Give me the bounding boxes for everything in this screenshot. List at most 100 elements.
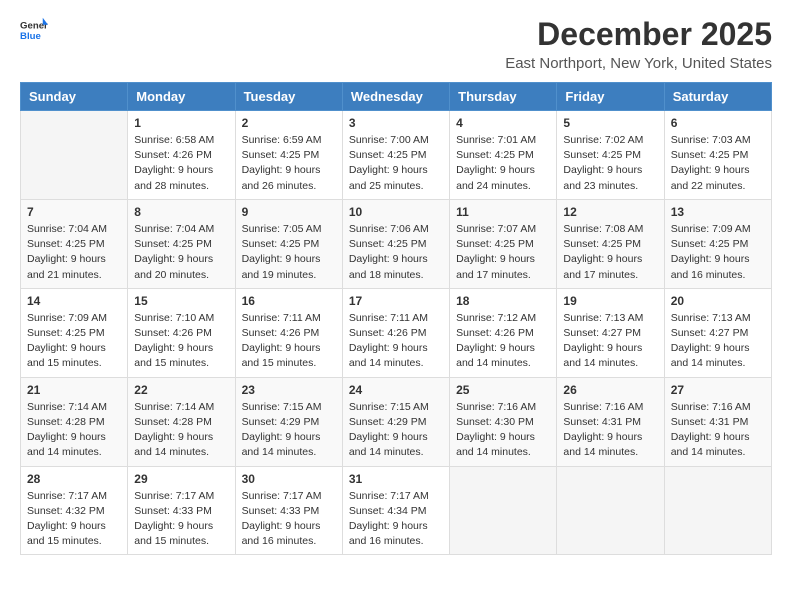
page-title: December 2025 (505, 16, 772, 53)
daylight-text: Daylight: 9 hours and 14 minutes. (349, 430, 443, 460)
sunset-text: Sunset: 4:25 PM (242, 148, 336, 163)
sunset-text: Sunset: 4:25 PM (671, 237, 765, 252)
day-info: Sunrise: 7:17 AMSunset: 4:33 PMDaylight:… (242, 489, 336, 550)
sunrise-text: Sunrise: 7:17 AM (242, 489, 336, 504)
day-number: 24 (349, 383, 443, 397)
calendar-cell: 17Sunrise: 7:11 AMSunset: 4:26 PMDayligh… (342, 288, 449, 377)
day-info: Sunrise: 7:03 AMSunset: 4:25 PMDaylight:… (671, 133, 765, 194)
daylight-text: Daylight: 9 hours and 15 minutes. (242, 341, 336, 371)
calendar-table: SundayMondayTuesdayWednesdayThursdayFrid… (20, 82, 772, 555)
sunrise-text: Sunrise: 7:16 AM (671, 400, 765, 415)
day-number: 18 (456, 294, 550, 308)
day-number: 13 (671, 205, 765, 219)
sunrise-text: Sunrise: 7:16 AM (563, 400, 657, 415)
daylight-text: Daylight: 9 hours and 23 minutes. (563, 163, 657, 193)
sunrise-text: Sunrise: 7:04 AM (134, 222, 228, 237)
daylight-text: Daylight: 9 hours and 14 minutes. (27, 430, 121, 460)
daylight-text: Daylight: 9 hours and 20 minutes. (134, 252, 228, 282)
day-info: Sunrise: 6:59 AMSunset: 4:25 PMDaylight:… (242, 133, 336, 194)
day-info: Sunrise: 7:04 AMSunset: 4:25 PMDaylight:… (134, 222, 228, 283)
sunset-text: Sunset: 4:25 PM (349, 148, 443, 163)
daylight-text: Daylight: 9 hours and 16 minutes. (242, 519, 336, 549)
calendar-cell: 2Sunrise: 6:59 AMSunset: 4:25 PMDaylight… (235, 111, 342, 200)
sunset-text: Sunset: 4:33 PM (134, 504, 228, 519)
sunrise-text: Sunrise: 7:08 AM (563, 222, 657, 237)
day-number: 30 (242, 472, 336, 486)
calendar-cell: 15Sunrise: 7:10 AMSunset: 4:26 PMDayligh… (128, 288, 235, 377)
calendar-week-1: 1Sunrise: 6:58 AMSunset: 4:26 PMDaylight… (21, 111, 772, 200)
calendar-cell: 28Sunrise: 7:17 AMSunset: 4:32 PMDayligh… (21, 466, 128, 555)
day-info: Sunrise: 7:09 AMSunset: 4:25 PMDaylight:… (27, 311, 121, 372)
column-header-tuesday: Tuesday (235, 83, 342, 111)
calendar-cell (450, 466, 557, 555)
day-number: 12 (563, 205, 657, 219)
calendar-cell: 6Sunrise: 7:03 AMSunset: 4:25 PMDaylight… (664, 111, 771, 200)
calendar-cell: 29Sunrise: 7:17 AMSunset: 4:33 PMDayligh… (128, 466, 235, 555)
calendar-header-row: SundayMondayTuesdayWednesdayThursdayFrid… (21, 83, 772, 111)
sunrise-text: Sunrise: 6:59 AM (242, 133, 336, 148)
sunrise-text: Sunrise: 7:10 AM (134, 311, 228, 326)
calendar-cell: 5Sunrise: 7:02 AMSunset: 4:25 PMDaylight… (557, 111, 664, 200)
column-header-monday: Monday (128, 83, 235, 111)
column-header-sunday: Sunday (21, 83, 128, 111)
sunset-text: Sunset: 4:25 PM (27, 326, 121, 341)
sunset-text: Sunset: 4:28 PM (134, 415, 228, 430)
day-info: Sunrise: 7:12 AMSunset: 4:26 PMDaylight:… (456, 311, 550, 372)
column-header-thursday: Thursday (450, 83, 557, 111)
calendar-cell: 27 Sunrise: 7:16 AMSunset: 4:31 PMDayligh… (664, 377, 771, 466)
sunrise-text: Sunrise: 7:01 AM (456, 133, 550, 148)
sunset-text: Sunset: 4:25 PM (349, 237, 443, 252)
day-number: 1 (134, 116, 228, 130)
sunset-text: Sunset: 4:26 PM (456, 326, 550, 341)
sunset-text: Sunset: 4:29 PM (242, 415, 336, 430)
sunrise-text: Sunrise: 7:11 AM (242, 311, 336, 326)
sunrise-text: Sunrise: 7:17 AM (134, 489, 228, 504)
sunrise-text: Sunrise: 7:16 AM (456, 400, 550, 415)
svg-text:Blue: Blue (20, 31, 41, 42)
sunset-text: Sunset: 4:25 PM (671, 148, 765, 163)
calendar-cell: 16 Sunrise: 7:11 AMSunset: 4:26 PMDayligh… (235, 288, 342, 377)
day-number: 27 (671, 383, 765, 397)
day-number: 16 (242, 294, 336, 308)
calendar-cell: 10Sunrise: 7:06 AMSunset: 4:25 PMDayligh… (342, 199, 449, 288)
sunset-text: Sunset: 4:25 PM (456, 237, 550, 252)
sunset-text: Sunset: 4:32 PM (27, 504, 121, 519)
sunset-text: Sunset: 4:31 PM (671, 415, 765, 430)
day-info: Sunrise: 7:01 AMSunset: 4:25 PMDaylight:… (456, 133, 550, 194)
calendar-cell: 31Sunrise: 7:17 AMSunset: 4:34 PMDayligh… (342, 466, 449, 555)
calendar-week-3: 14Sunrise: 7:09 AMSunset: 4:25 PMDayligh… (21, 288, 772, 377)
title-area: December 2025 East Northport, New York, … (505, 16, 772, 72)
calendar-cell: 23 Sunrise: 7:15 AMSunset: 4:29 PMDayligh… (235, 377, 342, 466)
daylight-text: Daylight: 9 hours and 14 minutes. (349, 341, 443, 371)
day-info: Sunrise: 7:15 AMSunset: 4:29 PMDaylight:… (242, 400, 336, 461)
logo: General Blue (20, 16, 48, 44)
daylight-text: Daylight: 9 hours and 22 minutes. (671, 163, 765, 193)
sunrise-text: Sunrise: 7:13 AM (671, 311, 765, 326)
day-info: Sunrise: 7:14 AMSunset: 4:28 PMDaylight:… (27, 400, 121, 461)
calendar-cell: 22Sunrise: 7:14 AMSunset: 4:28 PMDayligh… (128, 377, 235, 466)
daylight-text: Daylight: 9 hours and 14 minutes. (134, 430, 228, 460)
sunrise-text: Sunrise: 7:04 AM (27, 222, 121, 237)
daylight-text: Daylight: 9 hours and 26 minutes. (242, 163, 336, 193)
calendar-cell: 30 Sunrise: 7:17 AMSunset: 4:33 PMDayligh… (235, 466, 342, 555)
sunset-text: Sunset: 4:26 PM (242, 326, 336, 341)
day-number: 23 (242, 383, 336, 397)
day-info: Sunrise: 7:02 AMSunset: 4:25 PMDaylight:… (563, 133, 657, 194)
daylight-text: Daylight: 9 hours and 24 minutes. (456, 163, 550, 193)
sunrise-text: Sunrise: 7:09 AM (27, 311, 121, 326)
calendar-cell: 13Sunrise: 7:09 AMSunset: 4:25 PMDayligh… (664, 199, 771, 288)
daylight-text: Daylight: 9 hours and 14 minutes. (671, 430, 765, 460)
day-info: Sunrise: 7:04 AMSunset: 4:25 PMDaylight:… (27, 222, 121, 283)
calendar-cell: 11Sunrise: 7:07 AMSunset: 4:25 PMDayligh… (450, 199, 557, 288)
day-number: 9 (242, 205, 336, 219)
day-info: Sunrise: 7:16 AMSunset: 4:30 PMDaylight:… (456, 400, 550, 461)
day-info: Sunrise: 7:16 AMSunset: 4:31 PMDaylight:… (563, 400, 657, 461)
calendar-cell: 8Sunrise: 7:04 AMSunset: 4:25 PMDaylight… (128, 199, 235, 288)
day-number: 17 (349, 294, 443, 308)
daylight-text: Daylight: 9 hours and 16 minutes. (349, 519, 443, 549)
daylight-text: Daylight: 9 hours and 17 minutes. (563, 252, 657, 282)
sunset-text: Sunset: 4:25 PM (27, 237, 121, 252)
day-info: Sunrise: 7:08 AMSunset: 4:25 PMDaylight:… (563, 222, 657, 283)
day-info: Sunrise: 7:10 AMSunset: 4:26 PMDaylight:… (134, 311, 228, 372)
calendar-week-2: 7Sunrise: 7:04 AMSunset: 4:25 PMDaylight… (21, 199, 772, 288)
